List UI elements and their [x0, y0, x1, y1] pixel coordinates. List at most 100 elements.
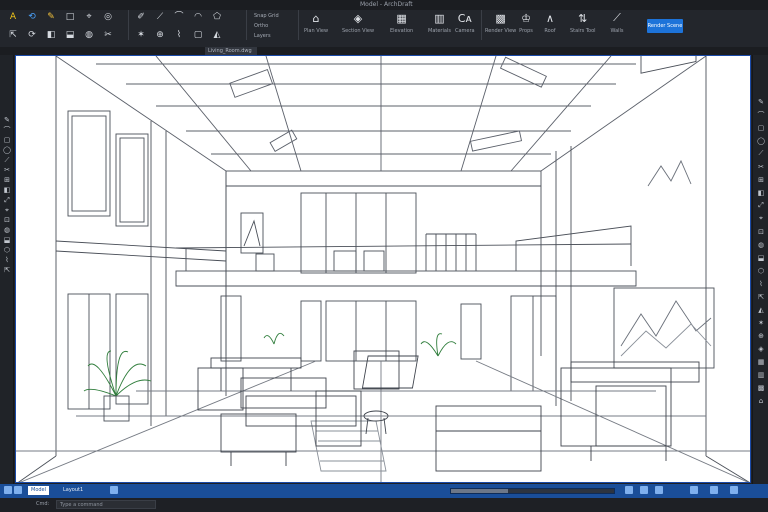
rpalette-home-icon[interactable]: ⌂ — [753, 394, 768, 407]
add-layout-icon[interactable] — [110, 486, 118, 494]
palette-line-icon[interactable]: ⟋ — [0, 155, 14, 165]
frame-icon[interactable]: ▢ — [191, 28, 205, 42]
rpalette-wedge-icon[interactable]: ◭ — [753, 303, 768, 316]
ortho-status-icon[interactable] — [625, 486, 633, 494]
render-scene-button[interactable]: Render Scene — [647, 19, 683, 33]
rpalette-materials-icon[interactable]: ▥ — [753, 368, 768, 381]
arc-icon[interactable]: ⌒ — [172, 10, 186, 24]
text-tool-icon[interactable]: A — [6, 10, 20, 24]
rpalette-block-icon[interactable]: ⬓ — [753, 251, 768, 264]
settings-status-icon[interactable] — [690, 486, 698, 494]
elevation-button[interactable]: ▦ Elevation — [390, 10, 414, 35]
palette-select-icon[interactable]: ⇱ — [0, 265, 14, 275]
select-icon[interactable]: ⇱ — [6, 28, 20, 42]
palette-block-icon[interactable]: ⬓ — [0, 235, 14, 245]
rpalette-pen-icon[interactable]: ✎ — [753, 95, 768, 108]
plan-view-button[interactable]: ⌂ Plan View — [304, 10, 328, 35]
command-label: Cmd: — [36, 501, 50, 507]
roof-button[interactable]: ∧ Roof — [542, 10, 558, 35]
spline-icon[interactable]: ⌇ — [172, 28, 186, 42]
document-tab-strip — [0, 47, 768, 55]
palette-grid-icon[interactable]: ⊞ — [0, 175, 14, 185]
snap-toggle-icon[interactable] — [14, 486, 22, 494]
document-tab[interactable]: Living_Room.dwg — [205, 47, 257, 55]
fill-icon[interactable]: ◍ — [82, 28, 96, 42]
rectangle-icon[interactable]: □ — [63, 10, 77, 24]
rpalette-elevation-icon[interactable]: ▦ — [753, 355, 768, 368]
palette-polygon-icon[interactable]: ⬡ — [0, 245, 14, 255]
undo-icon[interactable]: ⟲ — [25, 10, 39, 24]
osnap-status-icon[interactable] — [655, 486, 663, 494]
rpalette-arc-icon[interactable]: ⌒ — [753, 108, 768, 121]
rpalette-origin-icon[interactable]: ⊕ — [753, 329, 768, 342]
drawing-canvas[interactable] — [15, 55, 751, 483]
walls-button[interactable]: ⟋ Walls — [609, 10, 625, 34]
camera-button[interactable]: Cᴀ Camera — [455, 10, 475, 35]
rpalette-star-icon[interactable]: ✶ — [753, 316, 768, 329]
trim-icon[interactable]: ✂ — [101, 28, 115, 42]
palette-fill-icon[interactable]: ◍ — [0, 225, 14, 235]
palette-frame-icon[interactable]: ⊡ — [0, 215, 14, 225]
tab-layout1[interactable]: Layout1 — [60, 486, 86, 495]
rpalette-layer-icon[interactable]: ◧ — [753, 186, 768, 199]
props-button[interactable]: ♔ Props — [518, 10, 534, 35]
wedge-icon[interactable]: ◭ — [210, 28, 224, 42]
rpalette-section-icon[interactable]: ◈ — [753, 342, 768, 355]
palette-target-icon[interactable]: ⌖ — [0, 205, 14, 215]
command-input[interactable]: Type a command — [56, 500, 156, 509]
palette-trim-icon[interactable]: ✂ — [0, 165, 14, 175]
rpalette-line-icon[interactable]: ⟋ — [753, 147, 768, 160]
palette-layer-icon[interactable]: ◧ — [0, 185, 14, 195]
line-icon[interactable]: ⟋ — [153, 10, 167, 24]
layer-icon[interactable]: ◧ — [44, 28, 58, 42]
polygon-icon[interactable]: ⬠ — [210, 10, 224, 24]
rpalette-trim-icon[interactable]: ✂ — [753, 160, 768, 173]
palette-spline-icon[interactable]: ⌇ — [0, 255, 14, 265]
grid-toggle-icon[interactable] — [4, 486, 12, 494]
fullscreen-icon[interactable] — [710, 486, 718, 494]
palette-scale-icon[interactable]: ⤢ — [0, 195, 14, 205]
stairs-tool-label: Stairs Tool — [570, 28, 596, 34]
rotate-icon[interactable]: ⟳ — [25, 28, 39, 42]
rpalette-fill-icon[interactable]: ◍ — [753, 238, 768, 251]
palette-arc-icon[interactable]: ⌒ — [0, 125, 14, 135]
render-icon: ▩ — [495, 11, 506, 25]
elevation-label: Elevation — [390, 28, 414, 34]
ortho-label[interactable]: Ortho — [254, 23, 268, 29]
rpalette-scale-icon[interactable]: ⤢ — [753, 199, 768, 212]
rpalette-circle-icon[interactable]: ◯ — [753, 134, 768, 147]
pencil-icon[interactable]: ✐ — [134, 10, 148, 24]
polar-status-icon[interactable] — [640, 486, 648, 494]
rpalette-frame-icon[interactable]: ⊡ — [753, 225, 768, 238]
snap-grid-label[interactable]: Snap Grid — [254, 13, 279, 19]
star-icon[interactable]: ✶ — [134, 28, 148, 42]
rpalette-select-icon[interactable]: ⇱ — [753, 290, 768, 303]
origin-icon[interactable]: ⊕ — [153, 28, 167, 42]
block-icon[interactable]: ⬓ — [63, 28, 77, 42]
rpalette-polygon-icon[interactable]: ⬡ — [753, 264, 768, 277]
curve-icon[interactable]: ◠ — [191, 10, 205, 24]
rpalette-rect-icon[interactable]: ▢ — [753, 121, 768, 134]
section-view-button[interactable]: ◈ Section View — [342, 10, 374, 35]
lower-doors — [220, 295, 482, 362]
customize-icon[interactable] — [730, 486, 738, 494]
pen-icon[interactable]: ✎ — [44, 10, 58, 24]
roof-icon: ∧ — [545, 11, 555, 25]
circle-icon[interactable]: ◎ — [101, 10, 115, 24]
palette-circle-icon[interactable]: ◯ — [0, 145, 14, 155]
props-label: Props — [519, 28, 533, 34]
ribbon-divider — [481, 10, 482, 40]
palette-rect-icon[interactable]: ▢ — [0, 135, 14, 145]
rpalette-spline-icon[interactable]: ⌇ — [753, 277, 768, 290]
rpalette-render-icon[interactable]: ▩ — [753, 381, 768, 394]
layers-label[interactable]: Layers — [254, 33, 271, 39]
rpalette-target-icon[interactable]: ⌖ — [753, 212, 768, 225]
rpalette-grid-icon[interactable]: ⊞ — [753, 173, 768, 186]
target-icon[interactable]: ⌖ — [82, 10, 96, 24]
stairs-tool-button[interactable]: ⇅ Stairs Tool — [570, 10, 596, 35]
tab-model[interactable]: Model — [28, 486, 50, 495]
materials-button[interactable]: ▥ Materials — [428, 10, 451, 35]
ribbon-divider — [246, 10, 247, 40]
render-view-button[interactable]: ▩ Render View — [485, 10, 516, 35]
palette-pen-icon[interactable]: ✎ — [0, 115, 14, 125]
